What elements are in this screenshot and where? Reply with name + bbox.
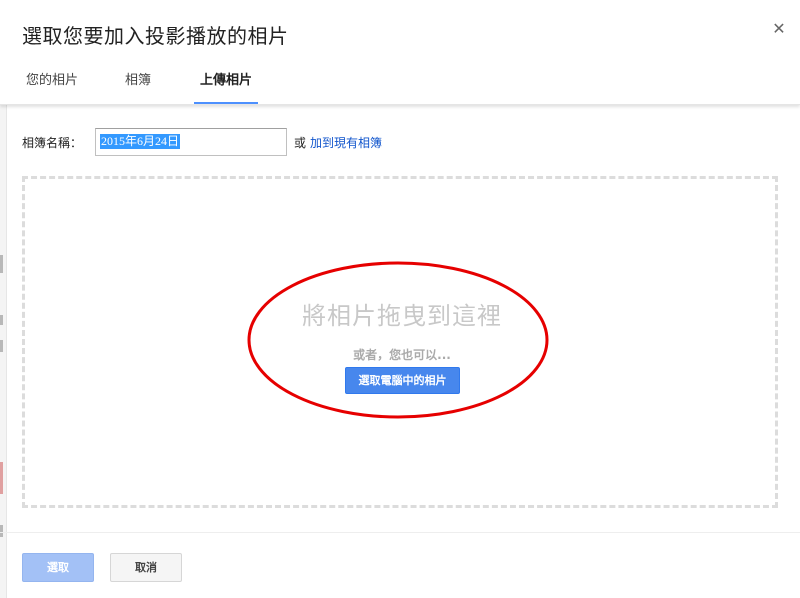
dialog-title: 選取您要加入投影播放的相片	[22, 24, 289, 48]
background-fragment	[0, 462, 3, 494]
album-name-row: 相簿名稱： 2015年6月24日 或 加到現有相簿	[22, 128, 782, 156]
choose-from-computer-button[interactable]: 選取電腦中的相片	[345, 367, 460, 394]
upload-dialog: 選取您要加入投影播放的相片 ✕ 您的相片 相簿 上傳相片 相簿名稱： 2015年…	[0, 0, 800, 598]
background-fragment	[0, 525, 3, 537]
tab-upload-photos[interactable]: 上傳相片	[194, 66, 258, 104]
dialog-header: 選取您要加入投影播放的相片 ✕ 您的相片 相簿 上傳相片	[0, 0, 800, 105]
tab-albums[interactable]: 相簿	[122, 66, 154, 104]
cancel-button[interactable]: 取消	[110, 553, 182, 582]
close-icon[interactable]: ✕	[770, 18, 788, 40]
background-fragment	[0, 255, 3, 273]
photo-dropzone[interactable]	[22, 176, 778, 508]
select-button[interactable]: 選取	[22, 553, 94, 582]
album-name-input[interactable]: 2015年6月24日	[95, 128, 287, 156]
album-name-value: 2015年6月24日	[100, 134, 181, 149]
add-to-existing-album-link[interactable]: 加到現有相簿	[310, 134, 382, 151]
album-name-label: 相簿名稱：	[22, 136, 83, 150]
dropzone-subtitle: 或者，您也可以...	[353, 348, 451, 362]
footer-divider	[0, 532, 800, 533]
dropzone-title: 將相片拖曳到這裡	[302, 302, 502, 330]
tab-your-photos[interactable]: 您的相片	[24, 66, 80, 104]
or-text: 或	[294, 136, 307, 150]
